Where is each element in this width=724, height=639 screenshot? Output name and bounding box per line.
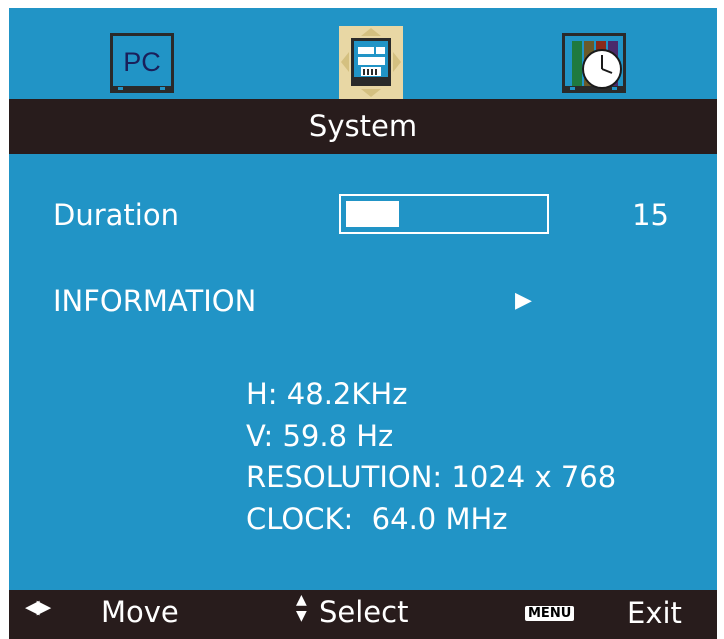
up-down-arrows-icon: ▲ ▼ xyxy=(296,592,307,624)
duration-slider[interactable] xyxy=(339,194,549,234)
menu-key-icon: MENU xyxy=(525,606,575,621)
tab-clock[interactable] xyxy=(562,33,626,93)
pixel-clock: CLOCK: 64.0 MHz xyxy=(246,501,508,536)
clock-icon xyxy=(562,33,626,93)
h-frequency: H: 48.2KHz xyxy=(246,377,408,411)
tab-pc[interactable]: PC xyxy=(110,33,174,93)
submenu-arrow-icon[interactable]: ▶ xyxy=(515,288,532,313)
duration-slider-fill xyxy=(346,201,399,227)
exit-hint: Exit xyxy=(627,596,682,630)
tab-bar: PC xyxy=(9,8,717,100)
duration-label: Duration xyxy=(53,198,179,232)
select-hint: Select xyxy=(319,595,409,629)
pc-monitor-icon: PC xyxy=(110,33,174,93)
duration-value: 15 xyxy=(632,198,669,232)
system-settings-icon xyxy=(339,26,403,99)
resolution: RESOLUTION: 1024 x 768 xyxy=(246,460,617,494)
tab-system[interactable] xyxy=(339,26,403,99)
left-right-arrows-icon: ◀▶ xyxy=(25,596,51,618)
svg-text:PC: PC xyxy=(123,47,161,77)
footer-hint-bar: ◀▶ Move ▲ ▼ Select MENU Exit xyxy=(9,590,717,639)
information-menu-item[interactable]: INFORMATION xyxy=(53,284,256,318)
signal-info: H: 48.2KHz V: 59.8 Hz RESOLUTION: 1024 x… xyxy=(246,374,616,540)
page-title: System xyxy=(9,99,717,154)
v-frequency: V: 59.8 Hz xyxy=(246,418,394,453)
move-hint: Move xyxy=(101,595,179,629)
osd-menu: PC System Duration 15 INFORMATION ▶ H: 4… xyxy=(9,8,717,639)
